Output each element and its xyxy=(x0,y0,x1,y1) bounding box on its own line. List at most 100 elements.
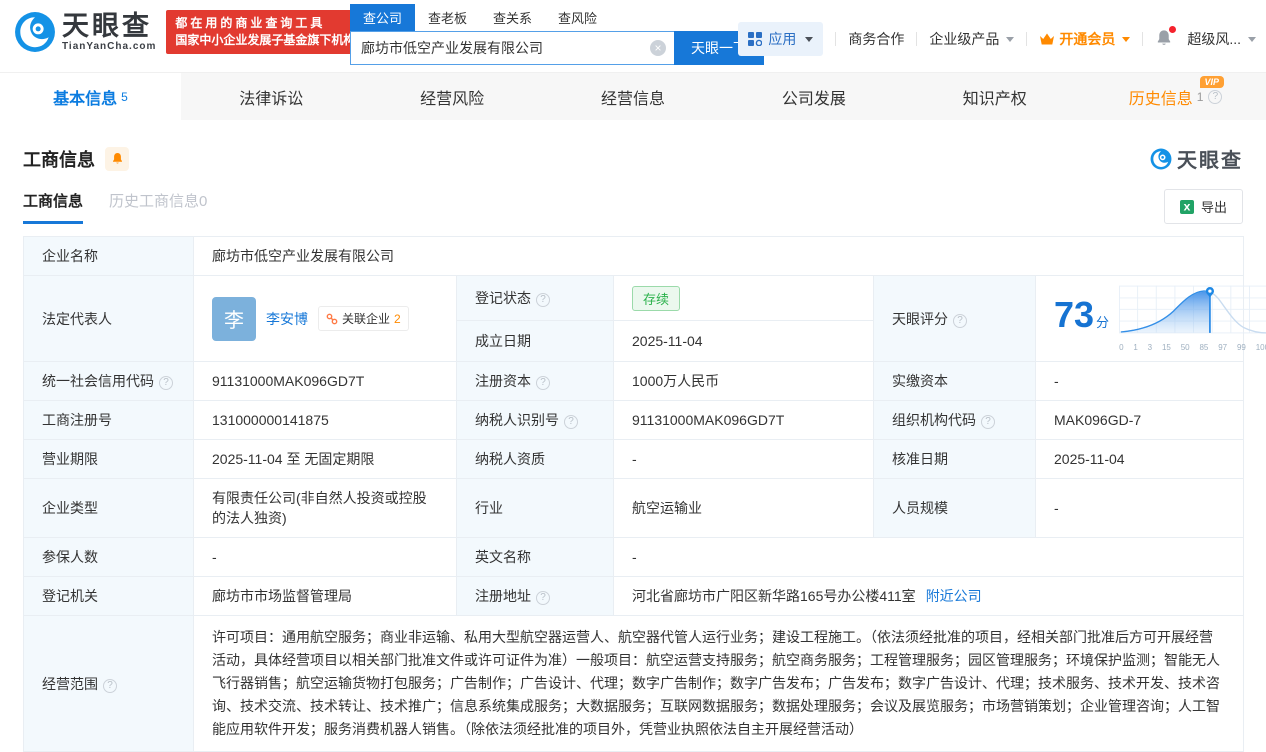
field-label: 天眼评分 xyxy=(873,275,1036,362)
field-value: - xyxy=(613,439,874,479)
brand-slogan-badge: 都在用的商业查询工具 国家中小企业发展子基金旗下机构 xyxy=(166,10,365,54)
table-row: 营业期限 2025-11-04 至 无固定期限 纳税人资质 - 核准日期 202… xyxy=(23,439,1245,479)
field-value: 2025-11-04 至 无固定期限 xyxy=(193,439,457,479)
chevron-down-icon xyxy=(1006,36,1015,42)
field-value: 航空运输业 xyxy=(613,478,874,538)
field-label: 注册资本 xyxy=(456,361,614,401)
company-tabs: 基本信息 5 法律诉讼 经营风险 经营信息 公司发展 知识产权 VIP 历史信息 1 xyxy=(0,72,1266,120)
field-value: 2025-11-04 xyxy=(613,320,874,362)
export-button[interactable]: X 导出 xyxy=(1163,189,1243,224)
svg-text:X: X xyxy=(1184,203,1191,213)
field-label: 纳税人识别号 xyxy=(456,400,614,440)
help-icon[interactable] xyxy=(103,678,117,693)
field-value: - xyxy=(612,537,1245,577)
field-label: 人员规模 xyxy=(873,478,1036,538)
field-label: 经营范围 xyxy=(23,615,194,752)
vip-badge: VIP xyxy=(1199,76,1225,88)
field-label: 法定代表人 xyxy=(23,275,194,362)
field-value: 廊坊市市场监督管理局 xyxy=(193,576,457,616)
business-info-table: 企业名称 廊坊市低空产业发展有限公司 法定代表人 李 李安博 关联企业 2 登记… xyxy=(23,236,1266,752)
nav-cooperation[interactable]: 商务合作 xyxy=(848,29,904,49)
related-companies-badge[interactable]: 关联企业 2 xyxy=(318,306,409,331)
field-label: 成立日期 xyxy=(456,320,614,362)
search-tab-relation[interactable]: 查关系 xyxy=(480,4,545,31)
nav-super-risk[interactable]: 超级风... xyxy=(1187,29,1256,49)
business-scope-value: 许可项目：通用航空服务；商业非运输、私用大型航空器运营人、航空器代管人运行业务；… xyxy=(192,615,1245,752)
subtab-history-business-info[interactable]: 历史工商信息0 xyxy=(109,190,207,224)
notification-dot xyxy=(1169,25,1177,33)
top-header: 天眼查 TianYanCha.com 都在用的商业查询工具 国家中小企业发展子基… xyxy=(0,0,1266,72)
help-icon[interactable] xyxy=(981,415,995,429)
field-label: 登记机关 xyxy=(23,576,194,616)
help-icon[interactable] xyxy=(536,293,550,308)
tab-basic-info[interactable]: 基本信息 5 xyxy=(0,73,181,120)
field-value: 1000万人民币 xyxy=(613,361,874,401)
link-icon xyxy=(326,313,338,324)
avatar[interactable]: 李 xyxy=(212,296,256,341)
reg-address-cell: 河北省廊坊市广阳区新华路165号办公楼411室 附近公司 xyxy=(612,576,1245,616)
chevron-down-icon xyxy=(805,36,814,42)
chevron-down-icon xyxy=(1122,36,1131,42)
notification-bell[interactable] xyxy=(1155,25,1177,50)
field-label: 英文名称 xyxy=(456,537,614,577)
subtab-business-info[interactable]: 工商信息 xyxy=(23,190,84,224)
nearby-companies-link[interactable]: 附近公司 xyxy=(926,588,982,604)
search-input[interactable] xyxy=(350,31,674,65)
tab-intellectual-property[interactable]: 知识产权 xyxy=(904,73,1085,120)
excel-icon: X xyxy=(1179,199,1194,214)
reg-status-cell: 存续 xyxy=(613,274,874,322)
tab-history-info[interactable]: VIP 历史信息 1 xyxy=(1085,73,1266,120)
crown-icon xyxy=(1040,33,1055,45)
field-value: 91131000MAK096GD7T xyxy=(613,400,874,440)
field-label: 工商注册号 xyxy=(23,400,194,440)
top-nav: 应用 商务合作 企业级产品 开通会员 超级风... xyxy=(738,22,1256,56)
tianyancha-watermark: 天眼查 xyxy=(1150,144,1243,173)
help-icon[interactable] xyxy=(536,591,550,605)
legal-rep-cell: 李 李安博 关联企业 2 xyxy=(193,275,457,362)
help-icon[interactable] xyxy=(564,415,578,429)
brand-title: 天眼查 xyxy=(62,11,152,41)
field-value: 有限责任公司(非自然人投资或控股的法人独资) xyxy=(193,478,457,538)
tianyancha-logo-icon xyxy=(15,12,55,52)
score-value: 73 分 xyxy=(1054,293,1110,335)
tab-legal-proceedings[interactable]: 法律诉讼 xyxy=(181,73,362,120)
search-tab-company[interactable]: 查公司 xyxy=(350,4,416,31)
tab-operation-risk[interactable]: 经营风险 xyxy=(362,73,543,120)
nav-open-vip[interactable]: 开通会员 xyxy=(1039,29,1131,49)
apps-grid-icon xyxy=(748,32,763,46)
legal-rep-link[interactable]: 李安博 xyxy=(266,309,308,329)
table-row: 统一社会信用代码 91131000MAK096GD7T 注册资本 1000万人民… xyxy=(23,361,1245,401)
brand[interactable]: 天眼查 TianYanCha.com 都在用的商业查询工具 国家中小企业发展子基… xyxy=(14,10,365,54)
field-label: 营业期限 xyxy=(23,439,194,479)
search-area: 查公司 查老板 查关系 查风险 天眼一下 xyxy=(350,4,764,65)
monitor-bell-button[interactable] xyxy=(105,146,129,171)
score-cell: 73 分 0 1 3 15 50 85 97 99 10 xyxy=(1034,275,1266,362)
table-row: 经营范围 许可项目：通用航空服务；商业非运输、私用大型航空器运营人、航空器代管人… xyxy=(23,615,1245,752)
table-row: 企业类型 有限责任公司(非自然人投资或控股的法人独资) 行业 航空运输业 人员规… xyxy=(23,478,1245,538)
help-icon[interactable] xyxy=(953,313,967,328)
table-row: 参保人数 - 英文名称 - xyxy=(23,537,1245,577)
tab-operation-info[interactable]: 经营信息 xyxy=(543,73,724,120)
search-tab-boss[interactable]: 查老板 xyxy=(415,4,480,31)
table-row: 企业名称 廊坊市低空产业发展有限公司 xyxy=(23,236,1245,276)
status-badge: 存续 xyxy=(632,285,681,311)
apps-menu[interactable]: 应用 xyxy=(738,22,824,56)
field-value: 2025-11-04 xyxy=(1034,439,1245,479)
bell-icon xyxy=(112,152,122,164)
field-value: 91131000MAK096GD7T xyxy=(193,361,457,401)
help-icon[interactable] xyxy=(536,376,550,390)
help-icon[interactable] xyxy=(1208,89,1223,104)
help-icon[interactable] xyxy=(159,376,173,390)
field-value: MAK096GD-7 xyxy=(1034,400,1245,440)
field-label: 实缴资本 xyxy=(873,361,1036,401)
nav-enterprise-products[interactable]: 企业级产品 xyxy=(929,29,1015,49)
search-tab-risk[interactable]: 查风险 xyxy=(545,4,610,31)
brand-subtitle: TianYanCha.com xyxy=(62,41,157,52)
field-label: 企业类型 xyxy=(23,478,194,538)
field-label: 参保人数 xyxy=(23,537,194,577)
field-value: 131000000141875 xyxy=(193,400,457,440)
field-label: 纳税人资质 xyxy=(456,439,614,479)
clear-icon[interactable] xyxy=(650,40,666,56)
tab-company-development[interactable]: 公司发展 xyxy=(723,73,904,120)
field-label: 注册地址 xyxy=(456,576,614,616)
